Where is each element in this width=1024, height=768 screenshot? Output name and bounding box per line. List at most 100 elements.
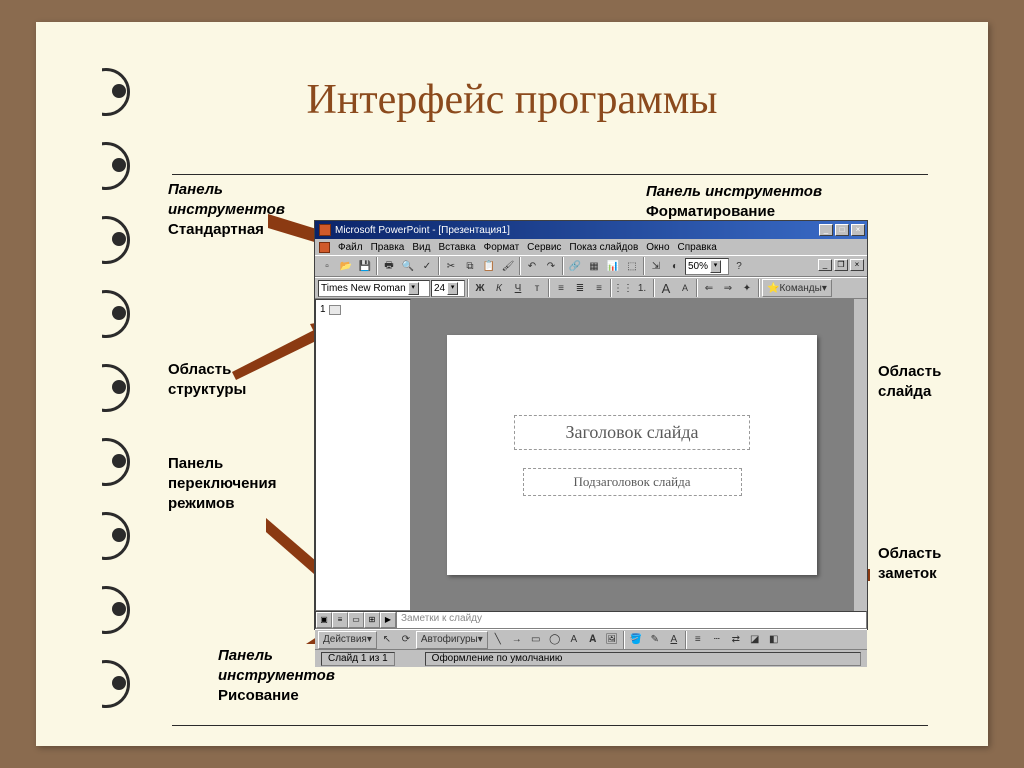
menu-view[interactable]: Вид (412, 242, 430, 253)
maximize-button[interactable]: □ (835, 224, 849, 236)
save-icon[interactable]: 💾 (356, 257, 374, 275)
paste-icon[interactable]: 📋 (480, 257, 498, 275)
cut-icon[interactable]: ✂ (442, 257, 460, 275)
close-button[interactable]: × (851, 224, 865, 236)
status-template: Оформление по умолчанию (425, 652, 861, 666)
fontsize-combo[interactable]: 24▾ (431, 280, 465, 297)
3d-style-icon[interactable]: ◧ (765, 631, 783, 649)
outline-index: 1 (320, 304, 326, 315)
demote-icon[interactable]: ⇒ (719, 279, 737, 297)
vertical-scrollbar[interactable] (853, 299, 867, 611)
textbox-icon[interactable]: A (565, 631, 583, 649)
app-icon (319, 224, 331, 236)
font-grow-icon[interactable]: A (657, 279, 675, 297)
statusbar: Слайд 1 из 1 Оформление по умолчанию (315, 649, 867, 667)
arrow-icon[interactable]: → (508, 631, 526, 649)
bold-button[interactable]: Ж (471, 279, 489, 297)
hyperlink-icon[interactable]: 🔗 (566, 257, 584, 275)
workspace: 1 Заголовок слайда Подзаголовок слайда (315, 299, 867, 611)
line-style-icon[interactable]: ≡ (689, 631, 707, 649)
notes-input[interactable]: Заметки к слайду (397, 612, 866, 628)
doc-close-button[interactable]: × (850, 259, 864, 271)
align-right-icon[interactable]: ≡ (590, 279, 608, 297)
label-slide-area: Область слайда (878, 362, 941, 402)
menu-edit[interactable]: Правка (371, 242, 405, 253)
outline-view-button[interactable]: ≡ (332, 612, 348, 628)
chart-icon[interactable]: 📊 (604, 257, 622, 275)
wordart-icon[interactable]: 𝐀 (584, 631, 602, 649)
label-format-toolbar: Панель инструментов Форматирование (646, 182, 822, 222)
divider-bottom (172, 725, 928, 726)
outline-pane[interactable]: 1 (315, 299, 411, 611)
align-left-icon[interactable]: ≡ (552, 279, 570, 297)
expand-icon[interactable]: ⇲ (647, 257, 665, 275)
divider-top (172, 174, 928, 175)
slide-canvas[interactable]: Заголовок слайда Подзаголовок слайда (447, 335, 817, 575)
select-icon[interactable]: ↖ (378, 631, 396, 649)
zoom-combo[interactable]: 50%▾ (685, 258, 729, 275)
format-painter-icon[interactable]: 🖌 (499, 257, 517, 275)
slide-thumb-icon (329, 305, 341, 315)
font-color-icon[interactable]: A (665, 631, 683, 649)
menu-insert[interactable]: Вставка (438, 242, 475, 253)
animate-icon[interactable]: ✦ (738, 279, 756, 297)
commands-button[interactable]: ⭐ Команды ▾ (762, 279, 832, 297)
font-combo[interactable]: Times New Roman▾ (318, 280, 430, 297)
help-icon[interactable]: ? (730, 257, 748, 275)
table-icon[interactable]: ▦ (585, 257, 603, 275)
line-color-icon[interactable]: ✎ (646, 631, 664, 649)
clipart-icon[interactable]: 🖼 (603, 631, 621, 649)
menubar: Файл Правка Вид Вставка Формат Сервис По… (315, 239, 867, 255)
sorter-view-button[interactable]: ⊞ (364, 612, 380, 628)
print-icon[interactable]: 🖶 (380, 257, 398, 275)
shadow-button[interactable]: т (528, 279, 546, 297)
new-icon[interactable]: ▫ (318, 257, 336, 275)
menu-help[interactable]: Справка (678, 242, 717, 253)
menu-file[interactable]: Файл (338, 242, 363, 253)
grayscale-icon[interactable]: ◐ (666, 257, 684, 275)
dash-style-icon[interactable]: ┄ (708, 631, 726, 649)
italic-button[interactable]: К (490, 279, 508, 297)
fill-color-icon[interactable]: 🪣 (627, 631, 645, 649)
slide-view-button[interactable]: ▭ (348, 612, 364, 628)
line-icon[interactable]: ╲ (489, 631, 507, 649)
notes-row: ▣ ≡ ▭ ⊞ ▶ Заметки к слайду (315, 611, 867, 629)
align-center-icon[interactable]: ≣ (571, 279, 589, 297)
slide-pane[interactable]: Заголовок слайда Подзаголовок слайда (411, 299, 853, 611)
font-shrink-icon[interactable]: A (676, 279, 694, 297)
arrow-style-icon[interactable]: ⇄ (727, 631, 745, 649)
undo-icon[interactable]: ↶ (523, 257, 541, 275)
page-title: Интерфейс программы (36, 76, 988, 124)
draw-actions-button[interactable]: Действия ▾ (318, 631, 377, 649)
outline-item[interactable]: 1 (320, 304, 406, 315)
autoshapes-button[interactable]: Автофигуры ▾ (416, 631, 488, 649)
numbering-icon[interactable]: 1. (633, 279, 651, 297)
redo-icon[interactable]: ↷ (542, 257, 560, 275)
rect-icon[interactable]: ▭ (527, 631, 545, 649)
title-placeholder[interactable]: Заголовок слайда (514, 415, 749, 450)
open-icon[interactable]: 📂 (337, 257, 355, 275)
oval-icon[interactable]: ◯ (546, 631, 564, 649)
menu-window[interactable]: Окно (646, 242, 669, 253)
preview-icon[interactable]: 🔍 (399, 257, 417, 275)
subtitle-placeholder[interactable]: Подзаголовок слайда (523, 468, 742, 496)
label-view-panel: Панель переключения режимов (168, 454, 276, 514)
bullets-icon[interactable]: ⋮⋮ (614, 279, 632, 297)
draw-toolbar: Действия ▾ ↖ ⟳ Автофигуры ▾ ╲ → ▭ ◯ A 𝐀 … (315, 629, 867, 649)
copy-icon[interactable]: ⧉ (461, 257, 479, 275)
spell-icon[interactable]: ✓ (418, 257, 436, 275)
menu-tools[interactable]: Сервис (527, 242, 561, 253)
menu-format[interactable]: Формат (484, 242, 520, 253)
shadow-style-icon[interactable]: ◪ (746, 631, 764, 649)
promote-icon[interactable]: ⇐ (700, 279, 718, 297)
app-title: Microsoft PowerPoint - [Презентация1] (335, 225, 510, 236)
doc-minimize-button[interactable]: _ (818, 259, 832, 271)
doc-restore-button[interactable]: ❐ (834, 259, 848, 271)
underline-button[interactable]: Ч (509, 279, 527, 297)
normal-view-button[interactable]: ▣ (316, 612, 332, 628)
new-slide-icon[interactable]: ⬚ (623, 257, 641, 275)
menu-slideshow[interactable]: Показ слайдов (569, 242, 638, 253)
rotate-icon[interactable]: ⟳ (397, 631, 415, 649)
slideshow-view-button[interactable]: ▶ (380, 612, 396, 628)
minimize-button[interactable]: _ (819, 224, 833, 236)
